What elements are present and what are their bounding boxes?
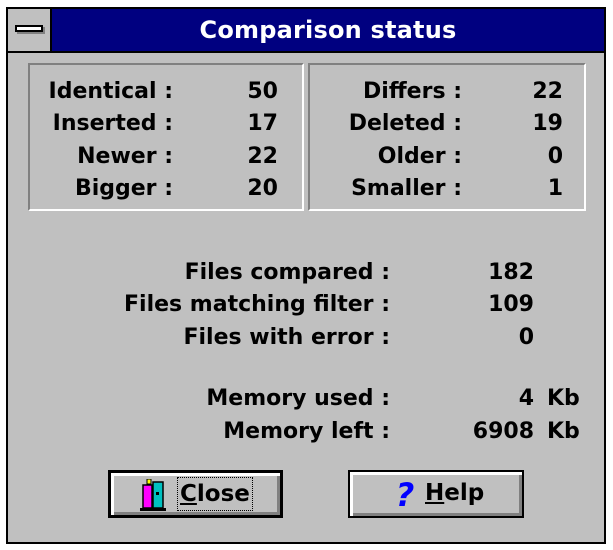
stat-label: Newer : [77,144,173,169]
close-label-rest: lose [196,481,250,507]
memory-left-value: 6908 [472,419,534,444]
files-error-value: 0 [518,325,534,350]
stat-row-bigger: Bigger : 20 [30,172,302,206]
close-button[interactable]: Close [108,470,283,518]
stat-label: Deleted : [348,111,462,136]
right-stats-panel: Differs : 22 Deleted : 19 Older : 0 Smal… [308,63,586,211]
comparison-status-dialog: Comparison status Identical : 50 Inserte… [6,7,606,544]
stat-value: 0 [547,144,563,169]
files-matching-row: Files matching filter : 109 [8,288,604,322]
question-mark-icon: ? [392,476,418,525]
stat-label: Bigger : [74,176,173,201]
stat-value: 17 [247,111,278,136]
memory-left-row: Memory left : 6908 Kb [8,415,604,449]
help-mnemonic: H [425,480,445,506]
files-compared-value: 182 [488,260,534,285]
files-error-row: Files with error : 0 [8,321,604,355]
stat-label: Inserted : [52,111,173,136]
files-compared-label: Files compared : [184,260,390,285]
stat-row-identical: Identical : 50 [30,75,302,109]
stat-value: 22 [247,144,278,169]
stat-row-older: Older : 0 [310,140,584,174]
stat-value: 22 [532,79,563,104]
stat-row-differs: Differs : 22 [310,75,584,109]
close-door-icon [139,478,167,526]
help-button-label: Help [425,471,484,515]
memory-used-row: Memory used : 4 Kb [8,382,604,416]
title-bar: Comparison status [8,9,604,53]
memory-used-value: 4 [518,386,534,411]
files-error-label: Files with error : [183,325,390,350]
stat-value: 19 [532,111,563,136]
stat-row-deleted: Deleted : 19 [310,107,584,141]
left-stats-panel: Identical : 50 Inserted : 17 Newer : 22 … [28,63,304,211]
stat-row-newer: Newer : 22 [30,140,302,174]
memory-used-unit: Kb [547,386,580,411]
files-matching-value: 109 [488,292,534,317]
memory-left-label: Memory left : [223,419,390,444]
memory-used-label: Memory used : [206,386,390,411]
stat-label: Smaller : [351,176,462,201]
stat-row-smaller: Smaller : 1 [310,172,584,206]
stat-value: 20 [247,176,278,201]
help-button[interactable]: ? Help [348,470,524,518]
stat-label: Older : [377,144,462,169]
stat-label: Differs : [363,79,462,104]
help-label-rest: elp [444,480,485,506]
files-compared-row: Files compared : 182 [8,256,604,290]
close-button-label: Close [177,477,253,511]
system-menu-icon [15,25,43,32]
stat-value: 50 [247,79,278,104]
stat-value: 1 [547,176,563,201]
stat-label: Identical : [48,79,173,104]
stat-row-inserted: Inserted : 17 [30,107,302,141]
system-menu-button[interactable] [8,9,52,51]
svg-text:?: ? [396,478,415,510]
files-matching-label: Files matching filter : [124,292,390,317]
memory-left-unit: Kb [547,419,580,444]
window-title: Comparison status [199,16,457,44]
close-mnemonic: C [180,481,197,507]
